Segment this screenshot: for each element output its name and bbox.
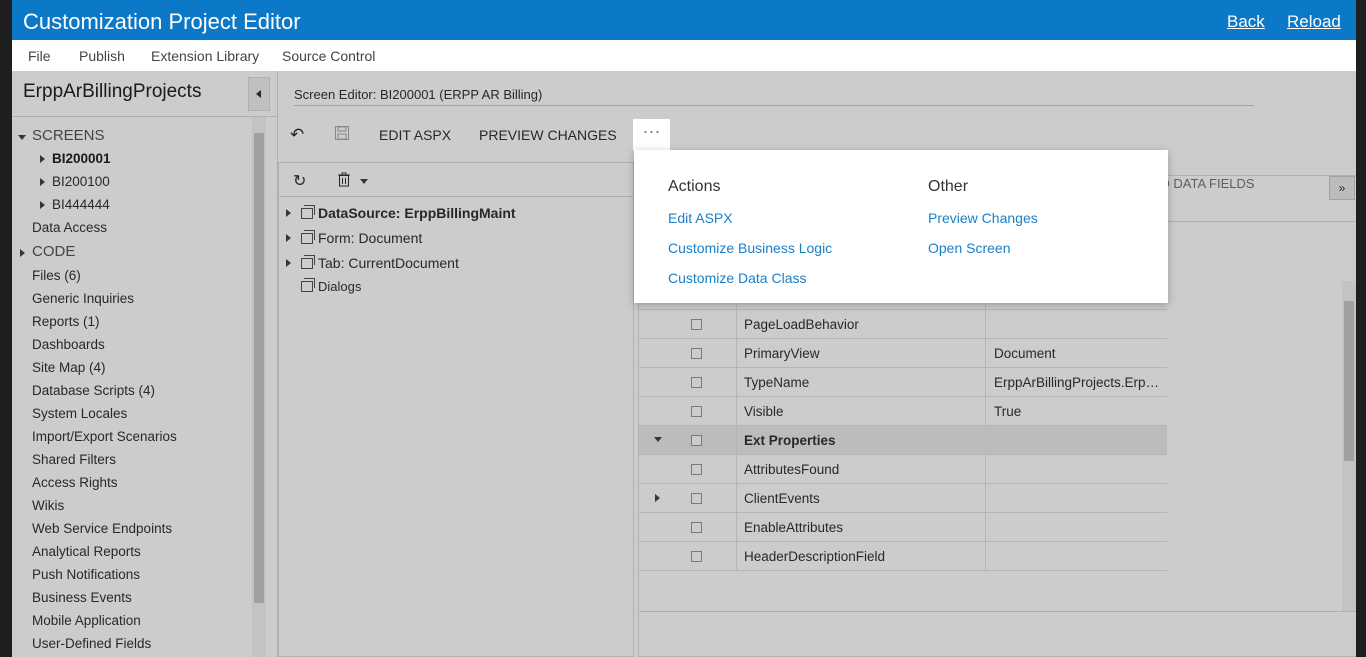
menu-bar: File Publish Extension Library Source Co… [12, 40, 1356, 71]
open-screen-link[interactable]: Open Screen [928, 240, 1011, 256]
actions-header: Actions [668, 178, 721, 195]
reload-link[interactable]: Reload [1287, 12, 1341, 32]
title-bar: Customization Project Editor Back Reload [12, 0, 1356, 40]
app-title: Customization Project Editor [23, 9, 301, 34]
app-window: Customization Project Editor Back Reload… [12, 0, 1356, 657]
menu-publish[interactable]: Publish [79, 48, 125, 64]
menu-extension-library[interactable]: Extension Library [151, 48, 259, 64]
menu-file[interactable]: File [28, 48, 51, 64]
back-link[interactable]: Back [1227, 12, 1265, 32]
edit-aspx-link[interactable]: Edit ASPX [668, 210, 733, 226]
other-header: Other [928, 178, 969, 195]
more-actions-button[interactable]: ··· [633, 119, 670, 150]
customize-data-class-link[interactable]: Customize Data Class [668, 270, 807, 286]
preview-changes-link[interactable]: Preview Changes [928, 210, 1038, 226]
menu-source-control[interactable]: Source Control [282, 48, 375, 64]
customize-business-logic-link[interactable]: Customize Business Logic [668, 240, 832, 256]
actions-popup: Actions Edit ASPX Customize Business Log… [634, 150, 1168, 303]
